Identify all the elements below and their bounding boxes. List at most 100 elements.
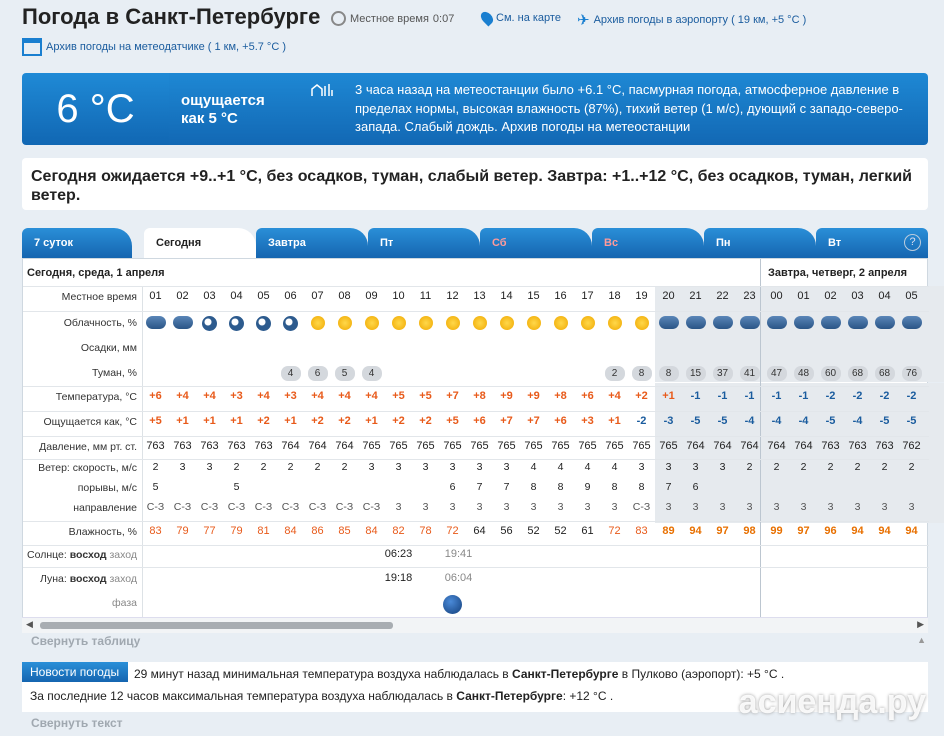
cell-temp: +9: [500, 390, 513, 402]
cell-cloud: [277, 316, 304, 334]
map-pin-icon: [478, 9, 496, 27]
cell-pressure: 764: [281, 440, 300, 452]
cell-fog: 8: [655, 366, 682, 381]
cell-humidity: 96: [824, 525, 837, 537]
cell-cloud: [655, 316, 682, 332]
cell-gusts: 9: [584, 481, 591, 493]
cell-wind: 3: [395, 461, 402, 473]
row-divider: [23, 436, 929, 437]
fog-badge: 4: [361, 366, 382, 381]
collapse-table-link[interactable]: Свернуть таблицу: [31, 634, 140, 648]
cell-humidity: 99: [770, 525, 783, 537]
cell-temp: -2: [852, 390, 863, 402]
current-weather: 6 °C ощущается как 5 °C 3 часа назад на м…: [22, 73, 928, 145]
cell-humidity: 79: [176, 525, 189, 537]
cell-pressure: 764: [308, 440, 327, 452]
horizontal-scrollbar[interactable]: ◀ ▶: [22, 617, 928, 633]
cell-humidity: 52: [527, 525, 540, 537]
cell-temp: -2: [879, 390, 890, 402]
collapse-arrow-icon[interactable]: ▲: [917, 635, 926, 645]
cell-pressure: 765: [551, 440, 570, 452]
fog-badge: 6: [307, 366, 328, 381]
cell-wind: 3: [179, 461, 186, 473]
cell-dir: 3: [719, 501, 726, 513]
cell-feels: -3: [663, 415, 674, 427]
scroll-left-icon[interactable]: ◀: [26, 619, 33, 630]
cell-pressure: 763: [875, 440, 894, 452]
cell-dir: 3: [692, 501, 699, 513]
moon-icon: [202, 316, 217, 331]
tab-mon[interactable]: Пн: [704, 228, 816, 258]
fog-badge: 8: [631, 366, 652, 381]
row-divider: [23, 545, 929, 546]
cell-temp: +4: [176, 390, 189, 402]
station-archive-link[interactable]: Архив погоды на метеодатчике ( 1 км, +5.…: [22, 38, 286, 56]
tab-tomorrow[interactable]: Завтра: [256, 228, 368, 258]
cell-temp: -2: [906, 390, 917, 402]
cell-pressure: 763: [848, 440, 867, 452]
cell-cloud: [898, 316, 925, 332]
cell-time: 09: [365, 290, 378, 302]
cell-cloud: [763, 316, 790, 332]
collapse-text-link[interactable]: Свернуть текст: [31, 716, 123, 730]
cell-time: 21: [689, 290, 702, 302]
moonrise-time: 19:18: [384, 572, 413, 584]
cell-wind: 4: [611, 461, 618, 473]
fog-badge: 48: [793, 366, 814, 381]
tab-sat[interactable]: Сб: [480, 228, 592, 258]
cell-wind: 2: [233, 461, 240, 473]
station-archive-label[interactable]: Архив погоды на метеодатчике ( 1 км, +5.…: [46, 41, 286, 53]
cell-feels: +2: [419, 415, 432, 427]
cell-dir: 3: [665, 501, 672, 513]
sun-icon: [634, 316, 649, 330]
sun-icon: [607, 316, 622, 330]
row-divider: [23, 567, 929, 568]
cell-cloud: [196, 316, 223, 334]
scroll-right-icon[interactable]: ▶: [917, 619, 924, 630]
airport-archive-label[interactable]: Архив погоды в аэропорту ( 19 км, +5 °C …: [594, 14, 807, 26]
tab-7-days[interactable]: 7 суток: [22, 228, 132, 258]
fog-badge: 68: [847, 366, 868, 381]
cell-wind: 3: [422, 461, 429, 473]
map-link[interactable]: См. на карте: [478, 9, 561, 27]
sun-icon: [364, 316, 379, 330]
row-label-gusts: порывы, м/с: [77, 482, 137, 494]
cell-wind: 2: [827, 461, 834, 473]
cell-pressure: 765: [497, 440, 516, 452]
cell-wind: 2: [287, 461, 294, 473]
scroll-thumb[interactable]: [40, 622, 393, 629]
cell-fog: 37: [709, 366, 736, 381]
cloud-icon: [172, 316, 193, 329]
help-icon[interactable]: ?: [904, 234, 921, 251]
cell-feels: +1: [230, 415, 243, 427]
cell-cloud: [790, 316, 817, 332]
tab-fri[interactable]: Пт: [368, 228, 480, 258]
cell-cloud: [520, 316, 547, 333]
cell-time: 14: [500, 290, 513, 302]
cell-pressure: 763: [821, 440, 840, 452]
moon-row-label: Луна: восход заход: [40, 573, 137, 585]
cell-pressure: 764: [713, 440, 732, 452]
building-icon: [22, 38, 42, 56]
moon-icon: [283, 316, 298, 331]
cell-time: 23: [743, 290, 756, 302]
cell-temp: -1: [798, 390, 809, 402]
cell-humidity: 86: [311, 525, 324, 537]
cell-time: 01: [149, 290, 162, 302]
fog-badge: 4: [280, 366, 301, 381]
cell-pressure: 765: [632, 440, 651, 452]
sun-icon: [472, 316, 487, 330]
cell-time: 18: [608, 290, 621, 302]
cell-feels: -2: [636, 415, 647, 427]
map-link-label[interactable]: См. на карте: [496, 12, 561, 24]
cell-pressure: 764: [767, 440, 786, 452]
cell-feels: +1: [608, 415, 621, 427]
cell-pressure: 765: [524, 440, 543, 452]
airport-archive-link[interactable]: ✈ Архив погоды в аэропорту ( 19 км, +5 °…: [577, 11, 806, 29]
cloud-icon: [685, 316, 706, 329]
tab-today[interactable]: Сегодня: [144, 228, 256, 258]
tab-sun[interactable]: Вс: [592, 228, 704, 258]
cell-wind: 4: [557, 461, 564, 473]
cell-cloud: [304, 316, 331, 333]
cell-humidity: 61: [581, 525, 594, 537]
